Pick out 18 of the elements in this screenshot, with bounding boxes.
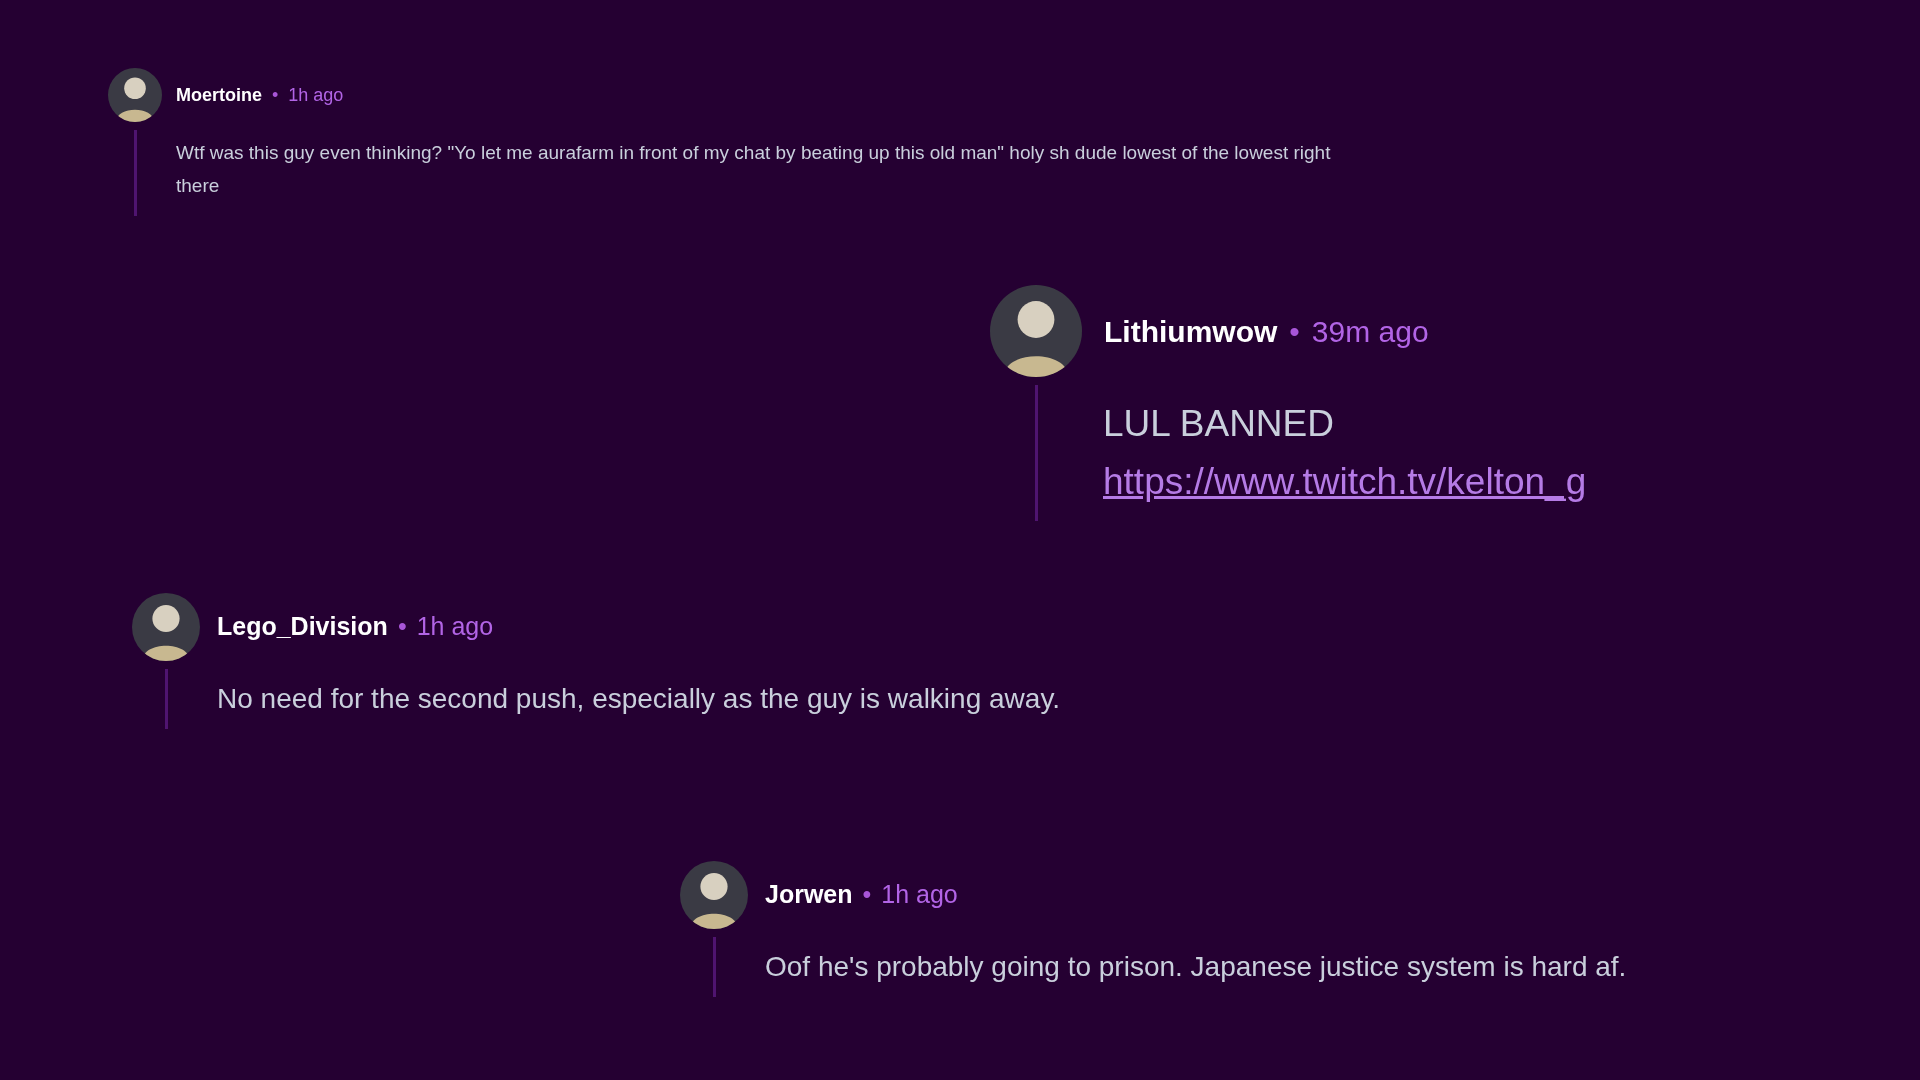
avatar [108, 68, 162, 122]
comment-text: Oof he's probably going to prison. Japanese justice system is hard af. [765, 950, 1627, 984]
comment-text: Wtf was this guy even thinking? "Yo let me aurafarm in front of my chat by beating up this old man" holy sh dude lowest of the lowest right there [176, 141, 1332, 198]
username[interactable]: Lego_Division [217, 608, 388, 646]
timestamp: 39m ago [1311, 313, 1429, 350]
link[interactable]: https://www.twitch.tv/kelton_g [1103, 453, 1587, 511]
separator-dot: • [1289, 313, 1300, 350]
username[interactable]: Moertoine [176, 81, 262, 109]
timestamp: 1h ago [416, 611, 494, 643]
separator-dot: • [272, 83, 279, 107]
separator-dot: • [397, 611, 407, 643]
timestamp: 1h ago [881, 879, 958, 911]
comment-text: No need for the second push, especially as the guy is walking away. [217, 682, 1061, 716]
comment-text: LUL BANNED [1103, 402, 1334, 446]
separator-dot: • [862, 879, 872, 911]
timestamp: 1h ago [288, 83, 344, 107]
username[interactable]: Lithiumwow [1104, 308, 1278, 354]
username[interactable]: Jorwen [765, 876, 853, 914]
